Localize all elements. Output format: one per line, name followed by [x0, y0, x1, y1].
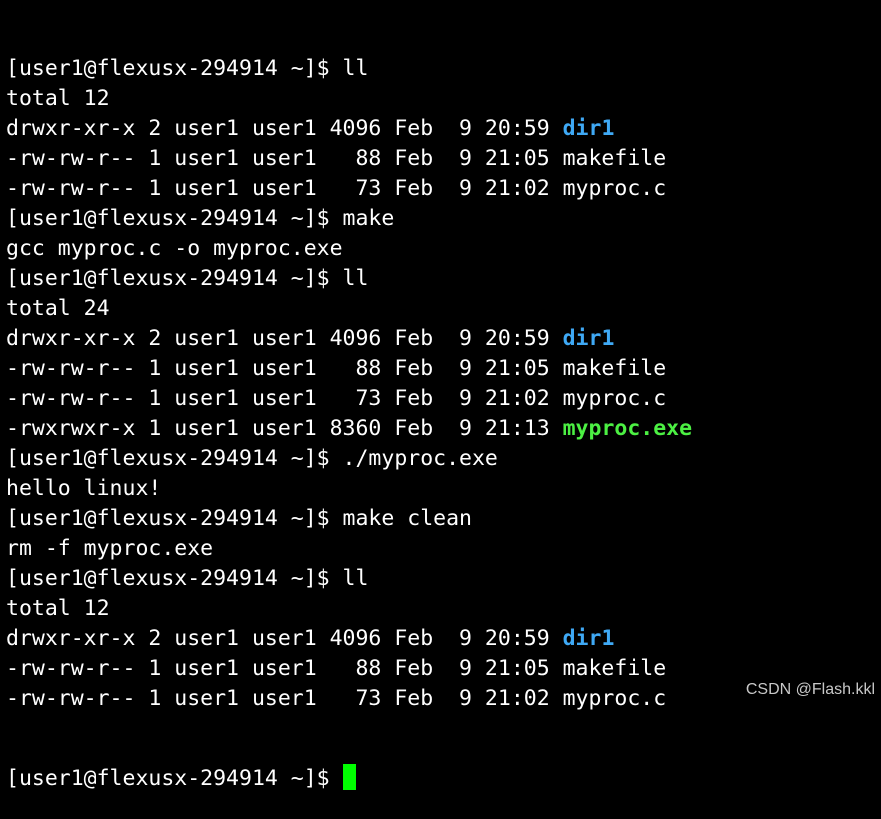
- terminal-output: [user1@flexusx-294914 ~]$ ll total 12 drwx…: [6, 54, 876, 714]
- terminal-line-listing: -rw-rw-r-- 1 user1 user1 88 Feb 9 21:05 …: [6, 354, 876, 384]
- line-text: rm -f myproc.exe: [6, 536, 214, 561]
- terminal-line-prompt: [user1@flexusx-294914 ~]$ ./myproc.exe: [6, 444, 876, 474]
- text-cursor: [342, 764, 356, 790]
- terminal-line-listing: -rw-rw-r-- 1 user1 user1 88 Feb 9 21:05 …: [6, 144, 876, 174]
- line-text: gcc myproc.c -o myproc.exe: [6, 236, 343, 261]
- file-listing-text: -rwxrwxr-x 1 user1 user1 8360 Feb 9 21:1…: [6, 416, 563, 441]
- directory-name: dir1: [562, 326, 615, 351]
- directory-name: dir1: [562, 116, 615, 141]
- file-listing-text: -rw-rw-r-- 1 user1 user1 88 Feb 9 21:05 …: [6, 146, 667, 171]
- prompt-command: [user1@flexusx-294914 ~]$ make clean: [6, 506, 472, 531]
- file-listing-text: -rw-rw-r-- 1 user1 user1 88 Feb 9 21:05 …: [6, 656, 667, 681]
- terminal-line-prompt: [user1@flexusx-294914 ~]$ ll: [6, 264, 876, 294]
- terminal-line-prompt: [user1@flexusx-294914 ~]$ ll: [6, 564, 876, 594]
- prompt-command: [user1@flexusx-294914 ~]$ ll: [6, 266, 369, 291]
- file-listing-text: drwxr-xr-x 2 user1 user1 4096 Feb 9 20:5…: [6, 626, 563, 651]
- terminal-line-output: gcc myproc.c -o myproc.exe: [6, 234, 876, 264]
- line-text: hello linux!: [6, 476, 162, 501]
- terminal-line-output: total 24: [6, 294, 876, 324]
- file-listing-text: drwxr-xr-x 2 user1 user1 4096 Feb 9 20:5…: [6, 326, 563, 351]
- terminal-line-listing: -rw-rw-r-- 1 user1 user1 73 Feb 9 21:02 …: [6, 384, 876, 414]
- file-listing-text: -rw-rw-r-- 1 user1 user1 73 Feb 9 21:02 …: [6, 386, 667, 411]
- terminal-line-output: rm -f myproc.exe: [6, 534, 876, 564]
- terminal-line-prompt: [user1@flexusx-294914 ~]$ make clean: [6, 504, 876, 534]
- terminal-line-listing: drwxr-xr-x 2 user1 user1 4096 Feb 9 20:5…: [6, 324, 876, 354]
- prompt-command: [user1@flexusx-294914 ~]$ ./myproc.exe: [6, 446, 498, 471]
- executable-name: myproc.exe: [562, 416, 693, 441]
- terminal-line-prompt: [user1@flexusx-294914 ~]$ ll: [6, 54, 876, 84]
- terminal-line-listing: -rw-rw-r-- 1 user1 user1 73 Feb 9 21:02 …: [6, 174, 876, 204]
- line-text: total 12: [6, 596, 110, 621]
- terminal-line-prompt: [user1@flexusx-294914 ~]$ make: [6, 204, 876, 234]
- prompt-command: [user1@flexusx-294914 ~]$ ll: [6, 56, 369, 81]
- file-listing-text: drwxr-xr-x 2 user1 user1 4096 Feb 9 20:5…: [6, 116, 563, 141]
- terminal-line-output: hello linux!: [6, 474, 876, 504]
- line-text: total 12: [6, 86, 110, 111]
- terminal-line-output: total 12: [6, 84, 876, 114]
- prompt-command: [user1@flexusx-294914 ~]$ make: [6, 206, 395, 231]
- file-listing-text: -rw-rw-r-- 1 user1 user1 73 Feb 9 21:02 …: [6, 686, 667, 711]
- terminal-line-output: total 12: [6, 594, 876, 624]
- directory-name: dir1: [562, 626, 615, 651]
- line-text: total 24: [6, 296, 110, 321]
- prompt-command: [user1@flexusx-294914 ~]$ ll: [6, 566, 369, 591]
- terminal-line-listing: drwxr-xr-x 2 user1 user1 4096 Feb 9 20:5…: [6, 114, 876, 144]
- file-listing-text: -rw-rw-r-- 1 user1 user1 73 Feb 9 21:02 …: [6, 176, 667, 201]
- terminal-line-listing: -rwxrwxr-x 1 user1 user1 8360 Feb 9 21:1…: [6, 414, 876, 444]
- current-prompt: [user1@flexusx-294914 ~]$: [6, 766, 343, 791]
- terminal-line-listing: drwxr-xr-x 2 user1 user1 4096 Feb 9 20:5…: [6, 624, 876, 654]
- file-listing-text: -rw-rw-r-- 1 user1 user1 88 Feb 9 21:05 …: [6, 356, 667, 381]
- terminal-line-listing: -rw-rw-r-- 1 user1 user1 88 Feb 9 21:05 …: [6, 654, 876, 684]
- csdn-watermark: CSDN @Flash.kkl: [745, 681, 875, 698]
- terminal-current-line[interactable]: [user1@flexusx-294914 ~]$: [6, 764, 876, 794]
